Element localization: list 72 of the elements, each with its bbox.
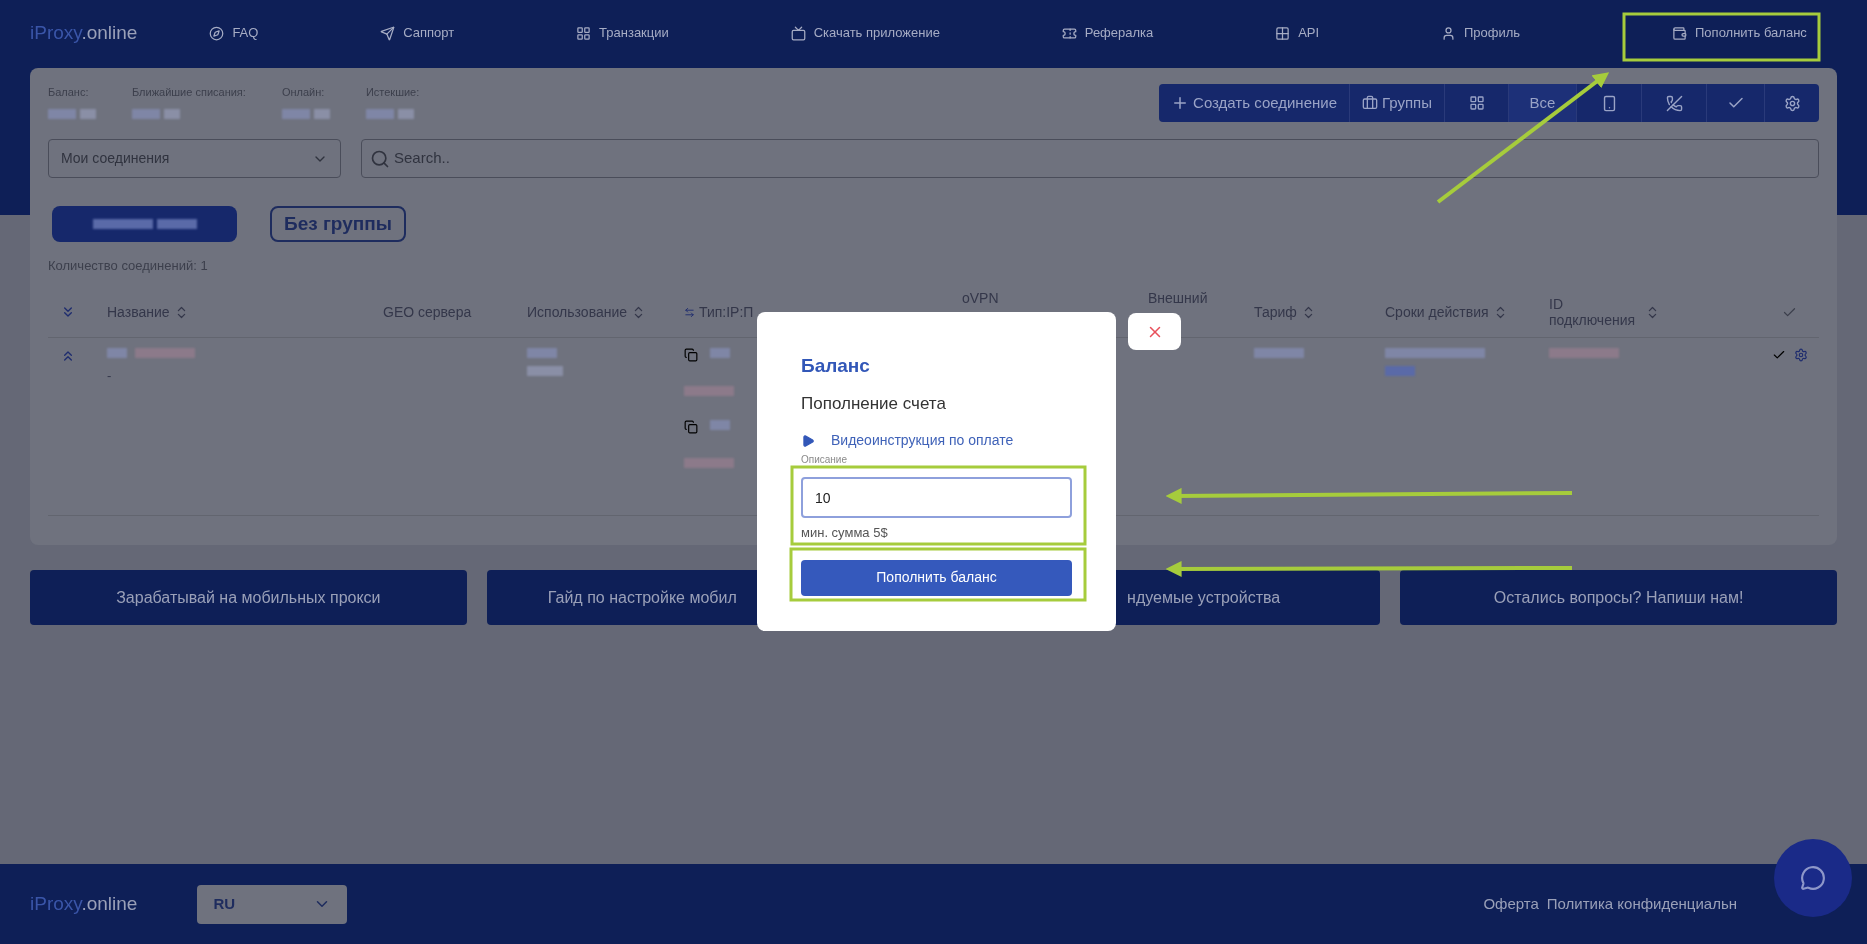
settings-icon[interactable]: [1793, 347, 1808, 362]
blurred-value: [281, 108, 310, 119]
briefcase-icon: [1362, 95, 1378, 111]
blurred-value: [135, 347, 195, 358]
tv-icon: [790, 25, 806, 41]
blurred-value: [684, 385, 734, 396]
paper-plane-icon: [380, 25, 396, 41]
blurred-value: [1254, 347, 1304, 358]
compass-icon: [209, 25, 225, 41]
blurred-value: [527, 365, 563, 376]
minimum-amount-hint: мин. сумма 5$: [801, 524, 889, 542]
footer-link[interactable]: Политика конфиденциальн: [1546, 892, 1737, 916]
blurred-value: [156, 219, 197, 229]
grid-icon: [1275, 25, 1291, 41]
blurred-value: [1549, 347, 1619, 358]
column-header: GEO сервера: [383, 302, 473, 322]
modal-title: Баланс: [801, 354, 871, 378]
chat-bubble-icon: [1800, 865, 1826, 891]
swap-icon[interactable]: [684, 306, 695, 318]
wallet-icon: [1672, 25, 1687, 41]
promo-button[interactable]: Остались вопросы? Напиши нам!: [1400, 570, 1837, 625]
filter-all-button[interactable]: Все: [1509, 84, 1577, 122]
nav-link[interactable]: Профиль: [1440, 23, 1521, 43]
blurred-value: [132, 108, 160, 119]
nav-link[interactable]: Скачать приложение: [790, 23, 940, 43]
nav-link[interactable]: Саппорт: [380, 23, 455, 43]
group-chip[interactable]: [52, 206, 237, 242]
column-header: Внешний: [1148, 288, 1209, 308]
nav-link[interactable]: Рефералка: [1061, 23, 1154, 43]
field-label: Описание: [801, 454, 847, 466]
footer-logo[interactable]: iProxy.online: [30, 889, 138, 919]
play-icon: [801, 433, 815, 448]
promo-button[interactable]: Зарабатывай на мобильных прокси: [30, 570, 467, 625]
video-instruction-link[interactable]: Видеоинструкция по оплате: [801, 430, 1072, 451]
top-up-button[interactable]: Пополнить баланс: [801, 559, 1072, 596]
grid-icon: [576, 25, 592, 41]
search-input[interactable]: Search..: [394, 147, 1810, 170]
logo[interactable]: iProxy.online: [30, 18, 138, 48]
search-field[interactable]: Search..: [361, 139, 1819, 178]
footer-link[interactable]: Оферта: [1483, 892, 1539, 916]
nav-link[interactable]: API: [1275, 23, 1320, 43]
blurred-value: [1385, 365, 1415, 376]
blurred-value: [710, 347, 730, 358]
close-button[interactable]: [1128, 313, 1181, 350]
nav-link[interactable]: FAQ: [209, 23, 259, 43]
settings-icon: [1783, 94, 1801, 112]
phone-off-icon: [1665, 94, 1683, 112]
blurred-value: [164, 108, 180, 119]
blurred-value: [684, 457, 734, 468]
search-icon: [370, 148, 390, 169]
copy-icon[interactable]: [684, 419, 698, 434]
nav-link[interactable]: Транзакции: [576, 23, 669, 43]
create-connection-button[interactable]: Создать соединение: [1159, 84, 1350, 122]
groups-button[interactable]: Группы: [1350, 84, 1445, 122]
blurred-value: [92, 219, 153, 229]
blurred-value: [80, 108, 96, 119]
name-extra: -: [107, 366, 113, 385]
amount-input[interactable]: 10: [801, 477, 1072, 518]
ticket-icon: [1061, 25, 1077, 41]
blurred-value: [48, 108, 76, 119]
blurred-value: [313, 108, 330, 119]
blurred-value: [710, 419, 730, 430]
grid-icon: [1468, 95, 1485, 111]
modal-subtitle: Пополнение счета: [801, 392, 947, 415]
top-up-link[interactable]: Пополнить баланс: [1641, 10, 1837, 56]
user-icon: [1440, 25, 1456, 41]
blurred-value: [397, 108, 414, 119]
blurred-value: [107, 347, 127, 358]
blurred-value: [527, 347, 557, 358]
copy-icon[interactable]: [684, 347, 698, 362]
blurred-value: [365, 108, 394, 119]
column-header: oVPN: [962, 288, 1000, 308]
